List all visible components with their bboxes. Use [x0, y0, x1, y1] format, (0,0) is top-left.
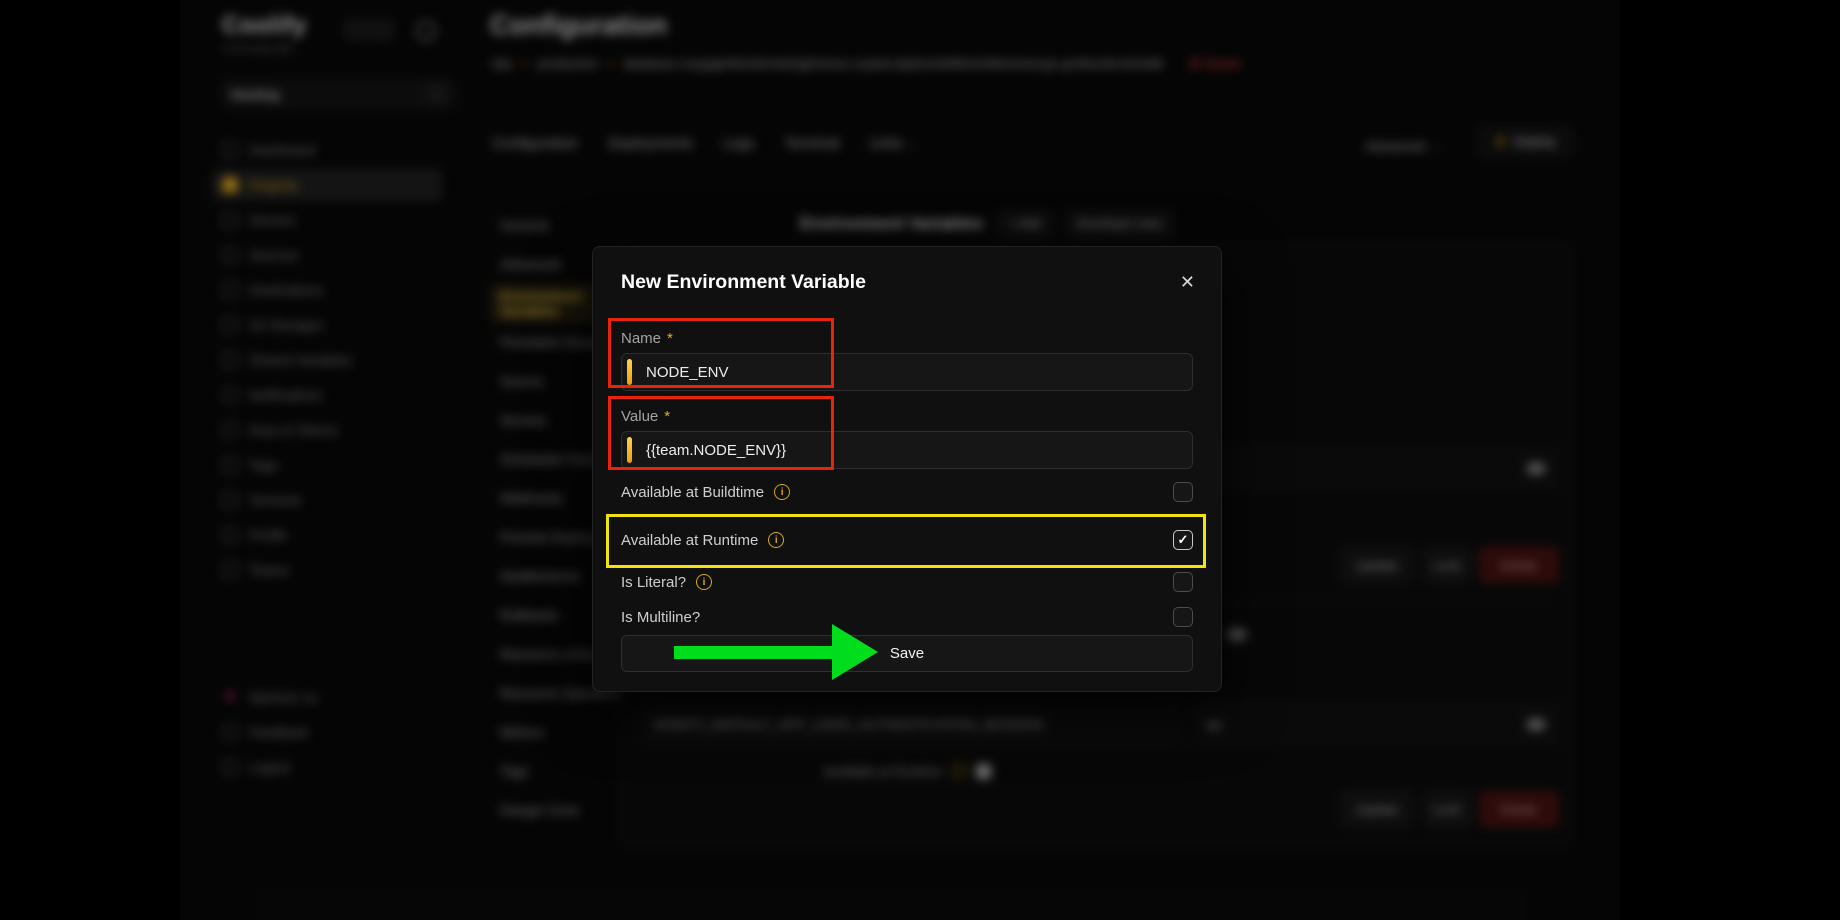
- buildtime-label: Available at Buildtime: [621, 484, 764, 501]
- close-icon[interactable]: ✕: [1180, 273, 1195, 291]
- option-row-buildtime: Available at Buildtime i: [621, 482, 1193, 502]
- annotation-green-arrow-head: [832, 624, 878, 680]
- multiline-label: Is Multiline?: [621, 609, 700, 626]
- option-row-literal: Is Literal? i: [621, 572, 1193, 592]
- literal-label: Is Literal?: [621, 574, 686, 591]
- option-row-multiline: Is Multiline?: [621, 607, 1193, 627]
- literal-checkbox[interactable]: [1173, 572, 1193, 592]
- info-icon: i: [774, 484, 790, 500]
- modal-title: New Environment Variable: [621, 271, 1193, 294]
- annotation-yellow-box-runtime: [606, 514, 1206, 568]
- info-icon: i: [696, 574, 712, 590]
- buildtime-checkbox[interactable]: [1173, 482, 1193, 502]
- screenshot-stage: Coolify v4.0.0-beta.360 Hosting / Dashbo…: [0, 0, 1840, 920]
- annotation-red-box-name: [608, 318, 834, 388]
- annotation-green-arrow-shaft: [674, 646, 834, 659]
- multiline-checkbox[interactable]: [1173, 607, 1193, 627]
- annotation-red-box-value: [608, 396, 834, 470]
